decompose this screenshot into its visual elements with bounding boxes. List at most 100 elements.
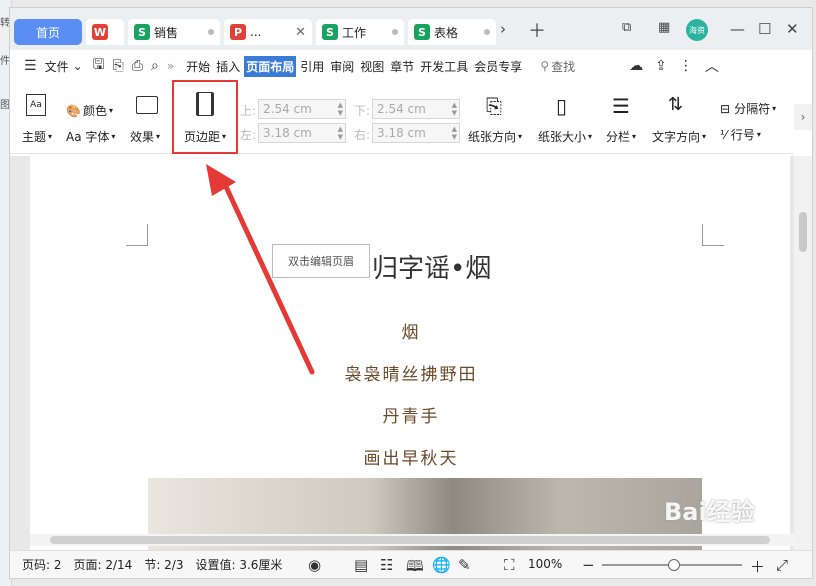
menu-view[interactable]: 视图: [358, 56, 386, 77]
effect-button[interactable]: 效果 ▾: [130, 128, 160, 145]
tab-doc2[interactable]: P... ✕: [224, 19, 312, 45]
zoom-level[interactable]: 100%: [528, 557, 562, 571]
line-number-icon: ⅟: [720, 127, 727, 142]
menu-member[interactable]: 会员专享: [472, 56, 524, 77]
status-bar: 页码: 2 页面: 2/14 节: 2/3 设置值: 3.6厘米 ◉ ▤ ☷ 🕮…: [10, 550, 812, 578]
theme-icon[interactable]: Aa: [26, 94, 46, 116]
tab-app[interactable]: W: [86, 19, 124, 45]
chevron-down-icon[interactable]: ⌄: [73, 59, 83, 73]
window-layout-icon[interactable]: ⧉: [622, 20, 631, 35]
orientation-icon[interactable]: ⎘: [486, 94, 502, 118]
minimize-icon[interactable]: —: [730, 20, 745, 38]
save-icon[interactable]: 🖫: [93, 54, 105, 78]
sheet-icon: S: [322, 24, 338, 40]
menu-reference[interactable]: 引用: [298, 56, 326, 77]
menu-page-layout[interactable]: 页面布局: [244, 55, 297, 77]
theme-button[interactable]: 主题 ▾: [22, 128, 52, 145]
spinner-icon[interactable]: ▲ ▼: [338, 101, 343, 117]
search-button[interactable]: 查找: [549, 56, 577, 77]
maximize-icon[interactable]: ☐: [758, 20, 771, 38]
close-icon[interactable]: ✕: [295, 25, 306, 40]
outline-view-icon[interactable]: ☷: [380, 556, 393, 574]
break-button[interactable]: ⊟ 分隔符 ▾: [720, 100, 776, 117]
avatar[interactable]: 海资: [686, 19, 708, 41]
chevron-right-icon[interactable]: ›: [500, 20, 506, 38]
eye-icon[interactable]: ◉: [308, 556, 321, 574]
right-margin-input[interactable]: 3.18 cm ▲ ▼: [372, 123, 460, 143]
share-icon[interactable]: ⇪: [655, 58, 667, 74]
screen: 转件图 首页 W S 销售 P... ✕ S 工作 S 表格 › ＋ ⧉ ▦ 海资 — …: [0, 0, 816, 586]
text-direction-icon[interactable]: ⇅: [668, 94, 683, 115]
menu-bar: ☰ 文件 ⌄ 🖫 ⎘ ⎙ ⌕ » 开始 插入 页面布局 引用 审阅 视图 章节 …: [10, 52, 812, 80]
section-count[interactable]: 节: 2/3: [144, 556, 183, 573]
header-edit-tooltip[interactable]: 双击编辑页眉: [272, 244, 370, 278]
sheet-icon: S: [414, 24, 430, 40]
left-margin-input[interactable]: 3.18 cm ▲ ▼: [258, 123, 346, 143]
tab-sales[interactable]: S 销售: [128, 19, 220, 45]
zoom-out-icon[interactable]: −: [582, 556, 595, 574]
tab-home[interactable]: 首页: [14, 19, 82, 45]
poem-title: 归字谣•烟: [372, 254, 492, 284]
close-window-icon[interactable]: ✕: [786, 20, 799, 38]
more-vertical-icon[interactable]: ⋮: [679, 58, 693, 74]
tab-table[interactable]: S 表格: [408, 19, 496, 45]
ribbon-scroll-right-icon[interactable]: ›: [794, 104, 812, 130]
zoom-slider[interactable]: [602, 559, 742, 571]
top-margin-input[interactable]: 2.54 cm ▲ ▼: [258, 99, 346, 119]
spinner-icon[interactable]: ▲ ▼: [452, 125, 457, 141]
right-margin-label: 右:: [354, 128, 371, 142]
menu-insert[interactable]: 插入: [214, 56, 242, 77]
tab-bar: 首页 W S 销售 P... ✕ S 工作 S 表格 › ＋ ⧉ ▦ 海资 — ☐ ✕: [10, 8, 812, 50]
reading-view-icon[interactable]: 🕮: [406, 556, 424, 581]
menu-file[interactable]: 文件: [43, 56, 71, 77]
menu-review[interactable]: 审阅: [328, 56, 356, 77]
crop-mark: [702, 224, 724, 246]
export-pdf-icon[interactable]: ⎘: [113, 58, 124, 74]
paper-size-button[interactable]: 纸张大小 ▾: [538, 128, 592, 145]
menu-chapter[interactable]: 章节: [388, 56, 416, 77]
scroll-thumb[interactable]: [50, 536, 770, 544]
page-number[interactable]: 页码: 2: [22, 556, 62, 573]
effect-icon[interactable]: [136, 96, 158, 114]
fit-page-icon[interactable]: ⛶: [504, 556, 515, 574]
scroll-thumb[interactable]: [799, 212, 807, 252]
preview-icon[interactable]: ⌕: [151, 58, 159, 74]
page-count[interactable]: 页面: 2/14: [74, 556, 133, 573]
unsaved-dot-icon: [392, 29, 398, 35]
print-icon[interactable]: ⎙: [132, 58, 143, 74]
web-view-icon[interactable]: 🌐: [432, 556, 451, 574]
collapse-ribbon-icon[interactable]: ︿: [705, 56, 719, 76]
poem-line: 画出早秋天: [363, 449, 459, 469]
line-number-button[interactable]: ⅟ 行号 ▾: [720, 126, 761, 143]
paper-size-icon[interactable]: ▯: [556, 94, 567, 118]
grid-icon[interactable]: ▦: [658, 20, 670, 35]
top-margin-label: 上:: [240, 104, 257, 118]
fullscreen-icon[interactable]: ⤢: [776, 556, 788, 574]
pen-icon[interactable]: ✎: [458, 556, 471, 574]
setting-value[interactable]: 设置值: 3.6厘米: [195, 556, 282, 573]
tab-work[interactable]: S 工作: [316, 19, 404, 45]
spinner-icon[interactable]: ▲ ▼: [452, 101, 457, 117]
zoom-slider-thumb[interactable]: [668, 559, 680, 571]
more-icon[interactable]: »: [167, 59, 174, 73]
page-view-icon[interactable]: ▤: [354, 556, 368, 574]
watermark: Bai经验: [664, 498, 755, 526]
crop-mark: [126, 224, 148, 246]
text-direction-button[interactable]: 文字方向 ▾: [652, 128, 706, 145]
menu-start[interactable]: 开始: [184, 56, 212, 77]
vertical-scrollbar[interactable]: [794, 156, 812, 550]
columns-button[interactable]: 分栏 ▾: [606, 128, 636, 145]
orientation-button[interactable]: 纸张方向 ▾: [468, 128, 522, 145]
hamburger-icon[interactable]: ☰: [24, 58, 37, 74]
cloud-icon[interactable]: ☁: [629, 58, 643, 74]
columns-icon[interactable]: ☰: [612, 94, 630, 118]
color-button[interactable]: 🎨 颜色 ▾: [66, 102, 113, 119]
search-icon[interactable]: ⚲: [540, 59, 549, 73]
new-tab-icon[interactable]: ＋: [528, 17, 546, 43]
zoom-in-icon[interactable]: ＋: [750, 556, 765, 577]
spinner-icon[interactable]: ▲ ▼: [338, 125, 343, 141]
menu-developer[interactable]: 开发工具: [418, 56, 470, 77]
bottom-margin-input[interactable]: 2.54 cm ▲ ▼: [372, 99, 460, 119]
break-icon: ⊟: [720, 101, 731, 116]
font-button[interactable]: Aa 字体 ▾: [66, 128, 115, 145]
